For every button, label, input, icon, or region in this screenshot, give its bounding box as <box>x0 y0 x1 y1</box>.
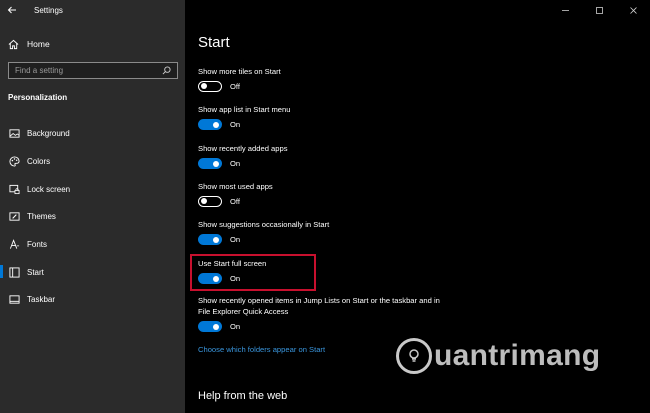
lock-screen-icon <box>8 183 20 195</box>
nav-home[interactable]: Home <box>0 36 185 52</box>
image-icon <box>8 128 20 140</box>
taskbar-icon <box>8 294 20 306</box>
toggle-state: Off <box>230 197 240 206</box>
sidebar-item-label: Start <box>27 267 44 277</box>
setting-label: Show suggestions occasionally in Start <box>198 220 330 229</box>
setting-label: Show app list in Start menu <box>198 105 291 114</box>
toggle-switch[interactable] <box>198 321 222 332</box>
sidebar-item-label: Colors <box>27 157 51 167</box>
watermark-text: uantrimang <box>434 339 601 372</box>
sidebar-item-label: Fonts <box>27 240 48 250</box>
toggle-state: On <box>230 322 241 331</box>
sidebar-item-label: Lock screen <box>27 184 71 194</box>
setting-suggestions: Show suggestions occasionally in Start O… <box>198 219 329 245</box>
toggle-state: On <box>230 235 241 244</box>
brush-icon <box>8 211 20 223</box>
nav-list: Background Colors Lock screen Themes Fon… <box>0 120 185 314</box>
toggle-state: Off <box>230 82 240 91</box>
page-title: Start <box>198 34 230 51</box>
sidebar-item-label: Background <box>27 129 70 139</box>
toggle-switch[interactable] <box>198 234 222 245</box>
watermark: uantrimang <box>396 338 600 374</box>
toggle-switch[interactable] <box>198 81 222 92</box>
font-icon <box>8 239 20 251</box>
toggle-switch[interactable] <box>198 119 222 130</box>
sidebar-item-label: Taskbar <box>27 295 56 305</box>
sidebar-item-start[interactable]: Start <box>0 258 185 286</box>
setting-label: Use Start full screen <box>198 259 267 268</box>
sidebar-item-themes[interactable]: Themes <box>0 203 185 231</box>
sidebar-item-colors[interactable]: Colors <box>0 148 185 176</box>
back-arrow-icon <box>7 6 16 14</box>
palette-icon <box>8 156 20 168</box>
toggle-state: On <box>230 274 241 283</box>
setting-full-screen: Use Start full screen On <box>198 258 266 284</box>
toggle-switch[interactable] <box>198 196 222 207</box>
setting-recently-added: Show recently added apps On <box>198 143 288 169</box>
toggle-state: On <box>230 159 241 168</box>
choose-folders-link[interactable]: Choose which folders appear on Start <box>198 345 325 354</box>
sidebar-item-background[interactable]: Background <box>0 120 185 148</box>
search-icon <box>162 66 171 75</box>
toggle-state: On <box>230 120 241 129</box>
back-button[interactable] <box>0 0 24 20</box>
app-title: Settings <box>34 5 63 15</box>
toggle-switch[interactable] <box>198 158 222 169</box>
setting-label-line1: Show recently opened items in Jump Lists… <box>198 296 440 305</box>
help-title: Help from the web <box>198 390 288 402</box>
sidebar-item-taskbar[interactable]: Taskbar <box>0 286 185 314</box>
setting-label: Show most used apps <box>198 182 273 191</box>
sidebar-item-label: Themes <box>27 212 56 222</box>
setting-most-used: Show most used apps Off <box>198 181 273 207</box>
sidebar-item-fonts[interactable]: Fonts <box>0 231 185 259</box>
setting-label-line2: File Explorer Quick Access <box>198 307 289 316</box>
toggle-switch[interactable] <box>198 273 222 284</box>
setting-more-tiles: Show more tiles on Start Off <box>198 66 281 92</box>
setting-label: Show more tiles on Start <box>198 67 281 76</box>
search-box[interactable] <box>8 62 178 79</box>
setting-label: Show recently added apps <box>198 144 288 153</box>
start-icon <box>8 266 20 278</box>
setting-app-list: Show app list in Start menu On <box>198 104 290 130</box>
setting-jump-lists: Show recently opened items in Jump Lists… <box>198 295 440 332</box>
title-bar: Settings <box>0 0 185 20</box>
sidebar: Settings Home Personalization Background… <box>0 0 185 413</box>
search-input[interactable] <box>15 66 162 75</box>
sidebar-item-lock-screen[interactable]: Lock screen <box>0 175 185 203</box>
nav-home-label: Home <box>27 39 50 49</box>
home-icon <box>8 39 19 49</box>
section-title: Personalization <box>8 93 68 102</box>
lightbulb-icon <box>396 338 432 374</box>
